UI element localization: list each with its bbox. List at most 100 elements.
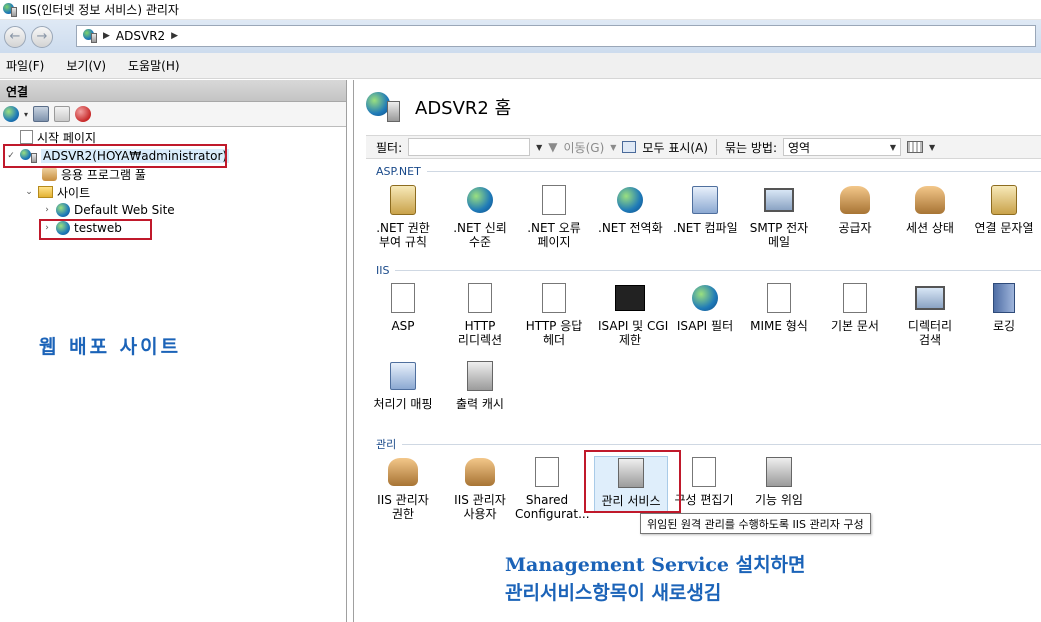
- feature-handler-mappings[interactable]: 처리기 매핑: [371, 360, 435, 411]
- address-bar: ← → ▶ ADSVR2 ▶: [0, 20, 1041, 53]
- back-button[interactable]: ←: [4, 25, 26, 48]
- filter-input[interactable]: [408, 138, 531, 156]
- document-icon: [843, 283, 867, 313]
- users-icon: [465, 458, 495, 486]
- breadcrumb-server[interactable]: ADSVR2: [116, 29, 165, 43]
- chevron-down-icon[interactable]: ▼: [929, 143, 935, 152]
- tree-item-sites[interactable]: ⌄ 사이트: [24, 183, 90, 201]
- server-icon: [83, 29, 97, 43]
- feature-smtp-email[interactable]: SMTP 전자 메일: [747, 184, 811, 249]
- tree-item-default-web-site[interactable]: › Default Web Site: [42, 201, 175, 219]
- feature-session-state[interactable]: 세션 상태: [898, 184, 962, 235]
- checklist-icon: [535, 457, 559, 487]
- feature-providers[interactable]: 공급자: [823, 184, 887, 235]
- database-icon: [991, 185, 1017, 215]
- headers-icon: [542, 283, 566, 313]
- feature-iis-manager-permissions[interactable]: IIS 관리자 권한: [371, 456, 435, 521]
- sites-folder-icon: [38, 186, 53, 198]
- feature-delegation[interactable]: 기능 위임: [747, 456, 811, 507]
- breadcrumb-arrow-icon[interactable]: ▶: [103, 31, 110, 41]
- view-icon[interactable]: [907, 141, 924, 153]
- group-by-select[interactable]: 영역 ▼: [783, 138, 902, 156]
- mime-icon: [767, 283, 791, 313]
- feature-http-redirect[interactable]: HTTP 리디렉션: [448, 282, 512, 347]
- connect-icon[interactable]: [3, 106, 19, 122]
- forward-button[interactable]: →: [31, 25, 53, 48]
- directory-icon: [915, 286, 945, 310]
- page-title: ADSVR2 홈: [366, 92, 511, 122]
- feature-net-authorization[interactable]: .NET 권한 부여 규칙: [371, 184, 435, 249]
- feature-net-trust[interactable]: .NET 신뢰 수준: [448, 184, 512, 249]
- feature-configuration-editor[interactable]: 구성 편집기: [672, 456, 736, 507]
- iis-app-icon: [3, 2, 17, 17]
- toolbar-separator: [715, 139, 717, 155]
- show-all-button[interactable]: 모두 표시(A): [642, 139, 708, 156]
- feature-logging[interactable]: 로깅: [972, 282, 1036, 333]
- chevron-down-icon: ▼: [889, 142, 897, 152]
- email-icon: [764, 188, 794, 212]
- feature-net-globalization[interactable]: .NET 전역화: [598, 184, 663, 235]
- error-page-icon: [542, 185, 566, 215]
- chevron-down-icon[interactable]: ⌄: [24, 187, 34, 197]
- feature-isapi-cgi[interactable]: ISAPI 및 CGI 제한: [598, 282, 668, 347]
- go-button[interactable]: 이동(G): [564, 139, 605, 156]
- home-pane: ADSVR2 홈 필터: ▼ ▼ 이동(G) ▼ 모두 표시(A) 묶는 방법:…: [353, 80, 1041, 622]
- start-page-icon: [20, 130, 33, 144]
- chevron-down-icon[interactable]: ▼: [536, 143, 542, 152]
- highlight-box-testweb: [39, 219, 152, 240]
- site-globe-icon: [56, 203, 70, 217]
- config-editor-icon: [692, 457, 716, 487]
- menu-help[interactable]: 도움말(H): [128, 57, 180, 74]
- menu-file[interactable]: 파일(F): [6, 57, 44, 74]
- disconnect-icon[interactable]: [75, 106, 92, 122]
- users-icon: [388, 458, 418, 486]
- compile-icon: [692, 186, 718, 214]
- up-icon[interactable]: [54, 106, 71, 122]
- feature-default-document[interactable]: 기본 문서: [823, 282, 887, 333]
- group-by-label: 묶는 방법:: [724, 140, 778, 155]
- title-bar: IIS(인터넷 정보 서비스) 관리자: [0, 0, 1041, 20]
- connections-toolbar: ▾: [0, 102, 346, 127]
- window-title: IIS(인터넷 정보 서비스) 관리자: [22, 3, 179, 17]
- delegation-icon: [766, 457, 792, 487]
- cgi-icon: [615, 285, 645, 311]
- session-icon: [915, 186, 945, 214]
- trust-check-icon: [467, 187, 493, 213]
- app-pool-icon: [42, 167, 57, 181]
- menu-view[interactable]: 보기(V): [66, 57, 106, 74]
- feature-connection-strings[interactable]: 연결 문자열: [972, 184, 1036, 235]
- tooltip: 위임된 원격 관리를 수행하도록 IIS 관리자 구성: [640, 513, 871, 534]
- redirect-icon: [468, 283, 492, 313]
- highlight-box-management-service: [584, 450, 681, 513]
- funnel-icon: ▼: [548, 140, 558, 154]
- feature-shared-configuration[interactable]: Shared Configurat...: [515, 456, 590, 521]
- chevron-down-icon[interactable]: ▼: [610, 143, 616, 152]
- feature-directory-browsing[interactable]: 디렉터리 검색: [898, 282, 962, 347]
- section-aspnet[interactable]: ASP.NET: [376, 163, 1041, 179]
- address-field[interactable]: ▶ ADSVR2 ▶: [76, 25, 1036, 47]
- chevron-right-icon[interactable]: ›: [42, 205, 52, 215]
- filter-bar: 필터: ▼ ▼ 이동(G) ▼ 모두 표시(A) 묶는 방법: 영역 ▼ ▼: [366, 135, 1041, 159]
- annotation-management-service: Management Service 설치하면 관리서비스항목이 새로생김: [505, 554, 806, 604]
- section-management[interactable]: 관리: [376, 436, 1041, 452]
- feature-net-compilation[interactable]: .NET 컴파일: [673, 184, 738, 235]
- feature-http-response-headers[interactable]: HTTP 응답 헤더: [522, 282, 586, 347]
- highlight-box-server: [3, 144, 227, 168]
- connections-pane: 연결 ▾ 시작 페이지 ✓ ADSVR2(HOYA₩administrator)…: [0, 80, 347, 622]
- feature-net-error-pages[interactable]: .NET 오류 페이지: [522, 184, 586, 249]
- connections-header: 연결: [0, 80, 346, 102]
- providers-icon: [840, 186, 870, 214]
- handler-icon: [390, 362, 416, 390]
- feature-asp[interactable]: ASP: [371, 282, 435, 333]
- asp-icon: [391, 283, 415, 313]
- server-icon: [366, 92, 400, 122]
- chevron-down-icon[interactable]: ▾: [24, 110, 28, 119]
- annotation-web-deploy-site: 웹 배포 사이트: [39, 336, 182, 358]
- feature-isapi-filters[interactable]: ISAPI 필터: [673, 282, 737, 333]
- breadcrumb-arrow-icon[interactable]: ▶: [171, 31, 178, 41]
- feature-output-cache[interactable]: 출력 캐시: [448, 360, 512, 411]
- save-icon[interactable]: [33, 106, 50, 122]
- section-iis[interactable]: IIS: [376, 262, 1041, 278]
- feature-iis-manager-users[interactable]: IIS 관리자 사용자: [448, 456, 512, 521]
- feature-mime-types[interactable]: MIME 형식: [747, 282, 811, 333]
